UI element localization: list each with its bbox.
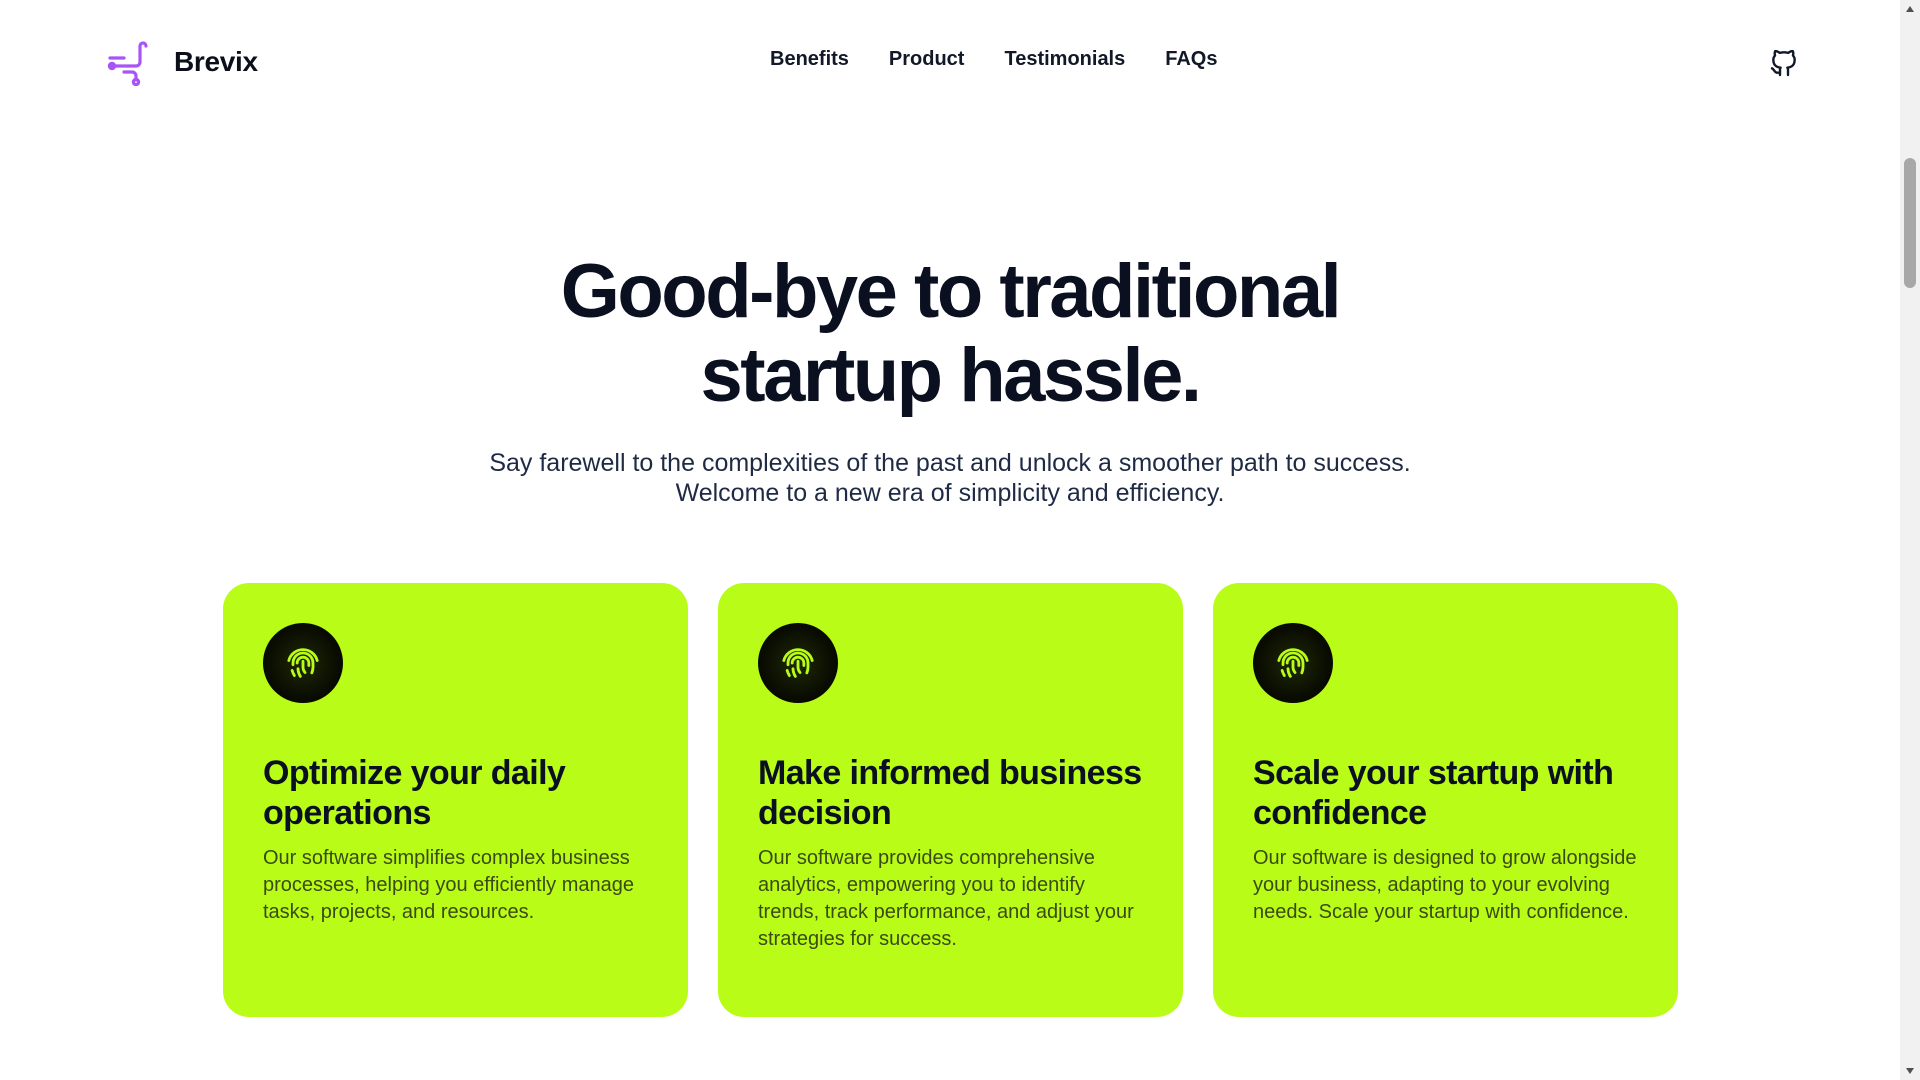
hero-title-line-1: Good-bye to traditional	[560, 249, 1342, 334]
fingerprint-icon	[263, 623, 343, 703]
hero-title-line-2: startup hassle.	[700, 333, 1202, 418]
brevix-logo-icon	[107, 41, 148, 86]
benefit-card-decision: Make informed business decision Our soft…	[718, 583, 1183, 1017]
main-nav: Benefits Product Testimonials FAQs	[770, 48, 1218, 71]
hero-subtitle-line-1: Say farewell to the complexities of the …	[489, 449, 1411, 477]
fingerprint-icon	[1253, 623, 1333, 703]
nav-link-product[interactable]: Product	[889, 48, 965, 71]
nav-link-faqs[interactable]: FAQs	[1165, 48, 1217, 71]
nav-link-benefits[interactable]: Benefits	[770, 48, 849, 71]
github-link[interactable]	[1768, 46, 1800, 80]
hero-subtitle: Say farewell to the complexities of the …	[450, 448, 1450, 508]
brand-name: Brevix	[174, 46, 258, 77]
benefit-card-optimize: Optimize your daily operations Our softw…	[223, 583, 688, 1017]
card-description: Our software simplifies complex business…	[263, 847, 634, 923]
vertical-scrollbar[interactable]	[1900, 0, 1920, 1080]
nav-link-testimonials[interactable]: Testimonials	[1004, 48, 1125, 71]
scroll-up-arrow-icon[interactable]	[1900, 0, 1920, 18]
card-title: Scale your startup with confidence	[1253, 754, 1614, 832]
card-title: Make informed business decision	[758, 754, 1142, 832]
fingerprint-icon	[758, 623, 838, 703]
site-header: Brevix Benefits Product Testimonials FAQ…	[0, 0, 1900, 126]
card-description: Our software provides comprehensive anal…	[758, 847, 1134, 950]
hero-subtitle-line-2: Welcome to a new era of simplicity and e…	[675, 479, 1225, 507]
benefit-cards: Optimize your daily operations Our softw…	[223, 583, 1678, 1017]
card-title: Optimize your daily operations	[263, 754, 566, 832]
hero-title: Good-bye to traditional startup hassle.	[450, 250, 1450, 418]
scrollbar-thumb[interactable]	[1904, 158, 1916, 288]
page: Brevix Benefits Product Testimonials FAQ…	[0, 0, 1900, 1080]
benefit-card-scale: Scale your startup with confidence Our s…	[1213, 583, 1678, 1017]
scroll-down-arrow-icon[interactable]	[1900, 1062, 1920, 1080]
brand-home-link[interactable]: Brevix	[106, 38, 258, 86]
hero-section: Good-bye to traditional startup hassle. …	[0, 250, 1900, 508]
github-icon	[1770, 49, 1796, 77]
card-description: Our software is designed to grow alongsi…	[1253, 847, 1637, 923]
